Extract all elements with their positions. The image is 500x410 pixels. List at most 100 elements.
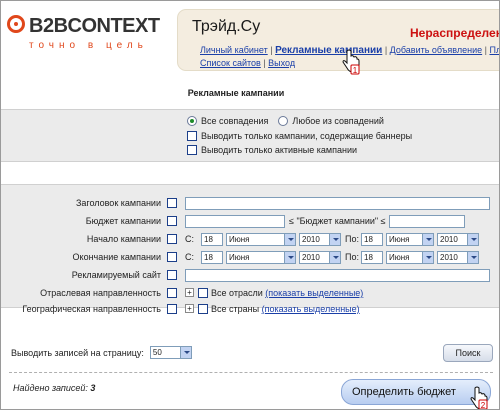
budget-max-input[interactable]	[389, 215, 465, 228]
title-checkbox[interactable]	[167, 198, 177, 208]
start-checkbox[interactable]	[167, 234, 177, 244]
title-label: Заголовок кампании	[75, 198, 161, 208]
cursor-badge-2: 2	[481, 401, 486, 410]
industry-all-checkbox[interactable]	[198, 288, 208, 298]
logo-slogan: точно в цель	[29, 40, 148, 51]
end-from-label: С:	[185, 252, 194, 262]
found-count: 3	[90, 383, 96, 393]
filter-row-end: Окончание кампании С: 18 Июня 2010 По: 1…	[1, 249, 499, 265]
match-radio-group: Все совпадения Любое из совпадений	[187, 116, 384, 126]
geo-label: Географическая направленность	[22, 304, 161, 314]
chevron-down-icon	[329, 234, 340, 245]
industry-checkbox[interactable]	[167, 288, 177, 298]
only-banners-option[interactable]: Выводить только кампании, содержащие бан…	[187, 131, 412, 141]
start-from-month-select[interactable]: Июня	[226, 233, 296, 246]
hand-cursor-icon: 2	[470, 386, 488, 410]
chevron-down-icon	[467, 234, 478, 245]
only-banners-checkbox[interactable]	[187, 131, 197, 141]
start-to-month-select[interactable]: Июня	[386, 233, 434, 246]
chevron-down-icon	[284, 234, 295, 245]
menu-link-sites[interactable]: Список сайтов	[200, 58, 261, 68]
menu-separator: |	[267, 45, 276, 55]
budget-range-label: ≤ "Бюджет кампании" ≤	[289, 216, 386, 226]
industry-value: Все отрасли (показать выделенные)	[211, 288, 364, 298]
per-page-control: Выводить записей на страницу: 50	[11, 346, 192, 359]
industry-expand-icon[interactable]: +	[185, 288, 194, 297]
only-active-checkbox[interactable]	[187, 145, 197, 155]
start-from-label: С:	[185, 234, 194, 244]
start-to-year-select[interactable]: 2010	[437, 233, 479, 246]
per-page-label: Выводить записей на страницу:	[11, 347, 144, 358]
site-checkbox[interactable]	[167, 270, 177, 280]
end-checkbox[interactable]	[167, 252, 177, 262]
site-label: Рекламируемый сайт	[71, 270, 161, 280]
start-from-year-select[interactable]: 2010	[299, 233, 341, 246]
page-title: Рекламные кампании	[187, 88, 285, 98]
title-input[interactable]	[185, 197, 490, 210]
radio-any-match-control[interactable]	[278, 116, 289, 126]
target-icon	[7, 15, 25, 33]
filters-panel: Заголовок кампании Бюджет кампании ≤ "Бю…	[1, 184, 499, 314]
menu-separator: |	[382, 45, 390, 55]
chevron-down-icon	[329, 252, 340, 263]
per-page-select[interactable]: 50	[149, 346, 192, 359]
only-banners-label: Выводить только кампании, содержащие бан…	[201, 131, 413, 141]
start-from-day-select[interactable]: 18	[201, 233, 223, 246]
start-to-label: По:	[345, 234, 359, 244]
end-from-day-select[interactable]: 18	[201, 251, 223, 264]
unallocated-label: Нераспределен	[410, 26, 500, 40]
filter-row-start: Начало кампании С: 18 Июня 2010 По: 18 И…	[1, 231, 499, 247]
radio-all-matches[interactable]: Все совпадения	[187, 116, 268, 126]
budget-min-input[interactable]	[185, 215, 285, 228]
geo-checkbox[interactable]	[167, 304, 177, 314]
filter-row-industry: Отраслевая направленность + Все отрасли …	[1, 285, 499, 301]
site-input[interactable]	[185, 269, 490, 282]
industry-label: Отраслевая направленность	[40, 288, 161, 298]
menu-link-add-ad[interactable]: Добавить объявление	[390, 45, 482, 55]
menu-link-payments[interactable]: Плат	[489, 45, 499, 55]
logo[interactable]: B2BCONTEXT точно в цель	[7, 13, 167, 53]
filter-row-title: Заголовок кампании	[1, 195, 499, 211]
end-to-day-select[interactable]: 18	[361, 251, 383, 264]
end-to-year-select[interactable]: 2010	[437, 251, 479, 264]
start-to-day-select[interactable]: 18	[361, 233, 383, 246]
hand-cursor-icon: 1	[342, 49, 360, 75]
start-label: Начало кампании	[86, 234, 161, 244]
filter-row-budget: Бюджет кампании ≤ "Бюджет кампании" ≤	[1, 213, 499, 229]
industry-show-selected-link[interactable]: (показать выделенные)	[265, 288, 363, 298]
end-label: Окончание кампании	[72, 252, 161, 262]
found-records: Найдено записей: 3	[13, 383, 96, 393]
chevron-down-icon	[467, 252, 478, 263]
filter-row-geo: Географическая направленность + Все стра…	[1, 301, 499, 317]
match-options-panel: Все совпадения Любое из совпадений Вывод…	[1, 109, 499, 162]
end-from-year-select[interactable]: 2010	[299, 251, 341, 264]
menu-link-logout[interactable]: Выход	[268, 58, 295, 68]
only-active-option[interactable]: Выводить только активные кампании	[187, 145, 357, 155]
filter-row-site: Рекламируемый сайт	[1, 267, 499, 283]
radio-any-match-label: Любое из совпадений	[292, 116, 384, 126]
user-name: Трэйд.Су	[192, 18, 261, 35]
chevron-down-icon	[422, 234, 433, 245]
chevron-down-icon	[179, 347, 191, 358]
chevron-down-icon	[422, 252, 433, 263]
user-header: Трэйд.Су Нераспределен Личный кабинет | …	[177, 9, 500, 71]
radio-all-matches-control[interactable]	[187, 116, 197, 126]
radio-all-matches-label: Все совпадения	[201, 116, 269, 126]
geo-show-selected-link[interactable]: (показать выделенные)	[262, 304, 360, 314]
menu-link-campaigns[interactable]: Рекламные кампании	[275, 45, 382, 56]
geo-all-checkbox[interactable]	[198, 304, 208, 314]
end-to-month-select[interactable]: Июня	[386, 251, 434, 264]
cursor-badge-1: 1	[353, 66, 358, 75]
radio-any-match[interactable]: Любое из совпадений	[278, 116, 384, 126]
end-from-month-select[interactable]: Июня	[226, 251, 296, 264]
geo-expand-icon[interactable]: +	[185, 304, 194, 313]
divider	[9, 372, 493, 373]
logo-text: B2BCONTEXT	[29, 15, 160, 37]
chevron-down-icon	[284, 252, 295, 263]
search-button[interactable]: Поиск	[443, 344, 493, 362]
geo-value: Все страны (показать выделенные)	[211, 304, 360, 314]
budget-checkbox[interactable]	[167, 216, 177, 226]
only-active-label: Выводить только активные кампании	[201, 145, 358, 155]
end-to-label: По:	[345, 252, 359, 262]
menu-link-cabinet[interactable]: Личный кабинет	[200, 45, 268, 55]
